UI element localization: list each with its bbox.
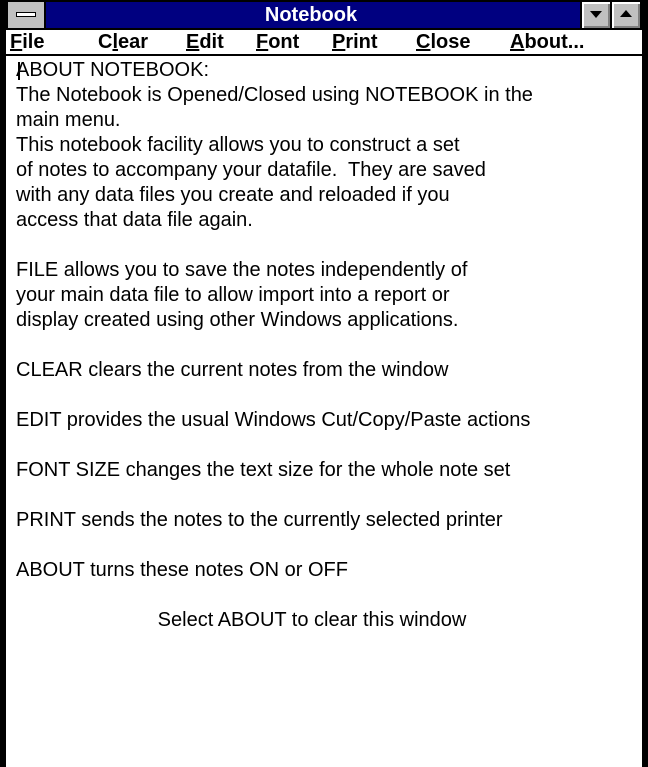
notes-text-area[interactable]: ABOUT NOTEBOOK: The Notebook is Opened/C…: [16, 58, 636, 767]
menu-font-label: ont: [268, 31, 300, 53]
note-line: [16, 583, 636, 608]
menu-clear[interactable]: Clear: [98, 30, 148, 54]
note-line: [16, 483, 636, 508]
note-line: display created using other Windows appl…: [16, 309, 459, 331]
menu-close[interactable]: Close: [416, 30, 470, 54]
note-line: PRINT sends the notes to the currently s…: [16, 509, 503, 531]
note-line: [16, 333, 636, 358]
note-line: EDIT provides the usual Windows Cut/Copy…: [16, 409, 531, 431]
menu-clear-label: ear: [118, 31, 149, 53]
system-menu-icon: [16, 12, 36, 17]
title-bar[interactable]: Notebook: [6, 0, 642, 30]
menu-file[interactable]: File: [10, 30, 44, 54]
menu-edit[interactable]: Edit: [186, 30, 224, 54]
menu-about-accel: A: [510, 31, 525, 53]
system-menu-button[interactable]: [8, 2, 46, 28]
menu-print-label: rint: [345, 31, 378, 53]
note-line: The Notebook is Opened/Closed using NOTE…: [16, 84, 533, 106]
note-line: This notebook facility allows you to con…: [16, 134, 460, 156]
menu-close-label: lose: [430, 31, 471, 53]
menu-font-accel: F: [256, 31, 269, 53]
note-line: of notes to accompany your datafile. The…: [16, 159, 486, 181]
menu-bar: File Clear Edit Font Print Close About..…: [6, 30, 642, 56]
menu-edit-accel: E: [186, 31, 200, 53]
window-title: Notebook: [264, 4, 358, 26]
menu-edit-label: dit: [199, 31, 224, 53]
note-line: CLEAR clears the current notes from the …: [16, 359, 449, 381]
menu-font[interactable]: Font: [256, 30, 299, 54]
notebook-window: Notebook File Clear Edit Font Print Clos…: [0, 0, 648, 767]
note-line: ABOUT NOTEBOOK:: [16, 59, 209, 81]
note-line: FILE allows you to save the notes indepe…: [16, 259, 468, 281]
note-line: [16, 433, 636, 458]
note-line: with any data files you create and reloa…: [16, 184, 450, 206]
menu-about-label: bout...: [524, 31, 585, 53]
note-line: ABOUT turns these notes ON or OFF: [16, 559, 348, 581]
note-line: main menu.: [16, 109, 121, 131]
menu-print[interactable]: Print: [332, 30, 378, 54]
note-line: [16, 533, 636, 558]
minimize-arrow-icon: [590, 11, 602, 18]
note-line: FONT SIZE changes the text size for the …: [16, 459, 511, 481]
maximize-arrow-icon: [620, 10, 632, 17]
menu-file-label: ile: [22, 31, 45, 53]
minimize-button[interactable]: [580, 2, 610, 28]
notes-footer: Select ABOUT to clear this window: [157, 609, 467, 631]
note-line: access that data file again.: [16, 209, 253, 231]
menu-clear-prefix: C: [98, 31, 113, 53]
menu-about[interactable]: About...: [510, 30, 584, 54]
menu-close-accel: C: [416, 31, 431, 53]
menu-file-accel: F: [10, 31, 23, 53]
note-line: [16, 383, 636, 408]
maximize-button[interactable]: [610, 2, 640, 28]
text-caret: [18, 62, 20, 80]
menu-print-accel: P: [332, 31, 346, 53]
note-line: [16, 233, 636, 258]
note-line: your main data file to allow import into…: [16, 284, 450, 306]
